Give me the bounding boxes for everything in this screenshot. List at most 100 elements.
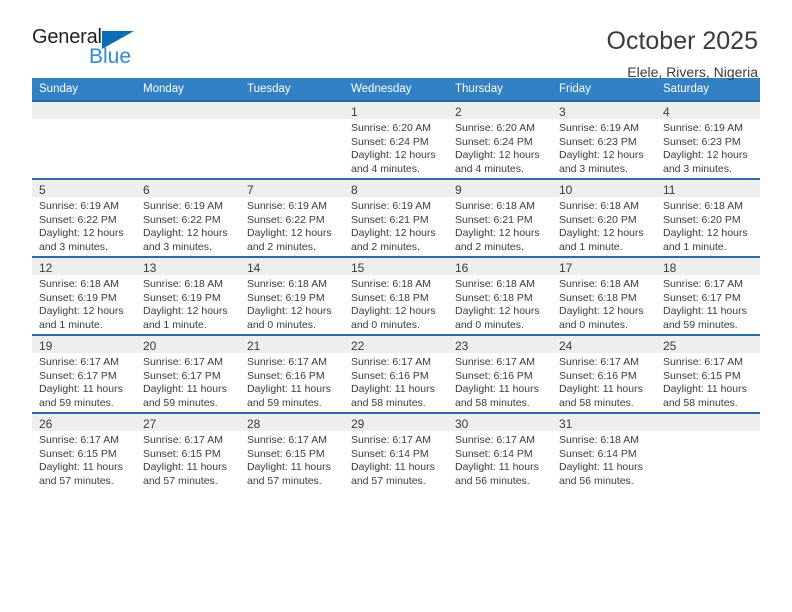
daylight-line: Daylight: 11 hours: [39, 461, 123, 474]
daylight-line: Daylight: 12 hours: [663, 227, 748, 240]
daylight-line: Daylight: 11 hours: [663, 305, 747, 318]
sunrise-line: Sunrise: 6:17 AM: [39, 434, 119, 446]
day-number: 29: [351, 417, 365, 431]
weekday-header-thursday: Thursday: [448, 78, 552, 101]
daylight-line: Daylight: 12 hours: [143, 227, 228, 240]
day-number-strip: 27: [136, 414, 240, 431]
calendar-day-cell[interactable]: 13 Sunrise: 6:18 AM Sunset: 6:19 PM Dayligh…: [136, 256, 240, 335]
day-number-strip: 10: [552, 180, 656, 197]
daylight-line-cont: and 1 minute.: [559, 240, 623, 253]
calendar-day-cell[interactable]: 28 Sunrise: 6:17 AM Sunset: 6:15 PM Dayligh…: [240, 412, 344, 491]
daylight-line: Daylight: 12 hours: [559, 149, 644, 162]
daylight-line-cont: and 4 minutes.: [455, 162, 524, 175]
calendar-day-cell[interactable]: 18 Sunrise: 6:17 AM Sunset: 6:17 PM Dayligh…: [656, 256, 760, 335]
calendar-day-cell[interactable]: 16 Sunrise: 6:18 AM Sunset: 6:18 PM Dayligh…: [448, 256, 552, 335]
daylight-line: Daylight: 12 hours: [559, 305, 644, 318]
day-number: 8: [351, 183, 358, 197]
daylight-line: Daylight: 11 hours: [559, 383, 643, 396]
day-detail-block: Sunrise: 6:17 AM Sunset: 6:17 PM Daylight:…: [656, 275, 760, 332]
sunrise-line: Sunrise: 6:18 AM: [455, 200, 535, 212]
calendar-day-cell[interactable]: 12 Sunrise: 6:18 AM Sunset: 6:19 PM Dayligh…: [32, 256, 136, 335]
page-title: October 2025: [606, 27, 759, 55]
day-number: 22: [351, 339, 365, 353]
calendar-day-cell[interactable]: 8 Sunrise: 6:19 AM Sunset: 6:21 PM Daylight…: [344, 178, 448, 257]
daylight-line-cont: and 57 minutes.: [247, 474, 322, 487]
calendar-day-cell[interactable]: 31 Sunrise: 6:18 AM Sunset: 6:14 PM Dayligh…: [552, 412, 656, 491]
sunset-line: Sunset: 6:21 PM: [351, 213, 429, 226]
sunrise-line: Sunrise: 6:19 AM: [247, 200, 327, 212]
calendar-day-cell[interactable]: 3 Sunrise: 6:19 AM Sunset: 6:23 PM Daylight…: [552, 100, 656, 179]
day-detail-block: Sunrise: 6:18 AM Sunset: 6:18 PM Daylight:…: [552, 275, 656, 332]
calendar-day-cell[interactable]: 27 Sunrise: 6:17 AM Sunset: 6:15 PM Dayligh…: [136, 412, 240, 491]
calendar-day-cell[interactable]: 14 Sunrise: 6:18 AM Sunset: 6:19 PM Dayligh…: [240, 256, 344, 335]
day-number-strip: 9: [448, 180, 552, 197]
day-number-strip: 14: [240, 258, 344, 275]
daylight-line-cont: and 3 minutes.: [143, 240, 212, 253]
daylight-line-cont: and 58 minutes.: [663, 396, 738, 409]
calendar-day-cell[interactable]: 2 Sunrise: 6:20 AM Sunset: 6:24 PM Daylight…: [448, 100, 552, 179]
calendar-day-cell[interactable]: 23 Sunrise: 6:17 AM Sunset: 6:16 PM Dayligh…: [448, 334, 552, 413]
sunrise-line: Sunrise: 6:19 AM: [559, 122, 639, 134]
generalblue-logo[interactable]: General Blue: [32, 26, 152, 72]
calendar-day-cell[interactable]: 17 Sunrise: 6:18 AM Sunset: 6:18 PM Dayligh…: [552, 256, 656, 335]
daylight-line: Daylight: 11 hours: [39, 383, 123, 396]
calendar-day-cell[interactable]: 11 Sunrise: 6:18 AM Sunset: 6:20 PM Dayligh…: [656, 178, 760, 257]
calendar-day-cell[interactable]: 22 Sunrise: 6:17 AM Sunset: 6:16 PM Dayligh…: [344, 334, 448, 413]
day-number: 2: [455, 105, 462, 119]
sunrise-line: Sunrise: 6:18 AM: [39, 278, 119, 290]
sunset-line: Sunset: 6:17 PM: [143, 369, 221, 382]
sunset-line: Sunset: 6:14 PM: [559, 447, 637, 460]
calendar-week-row: 26 Sunrise: 6:17 AM Sunset: 6:15 PM Dayligh…: [32, 412, 760, 491]
calendar-day-cell[interactable]: 9 Sunrise: 6:18 AM Sunset: 6:21 PM Daylight…: [448, 178, 552, 257]
calendar-day-cell[interactable]: 24 Sunrise: 6:17 AM Sunset: 6:16 PM Dayligh…: [552, 334, 656, 413]
sunset-line: Sunset: 6:24 PM: [351, 135, 429, 148]
day-detail-block: Sunrise: 6:18 AM Sunset: 6:18 PM Daylight:…: [448, 275, 552, 332]
daylight-line-cont: and 56 minutes.: [559, 474, 634, 487]
calendar-day-cell[interactable]: 7 Sunrise: 6:19 AM Sunset: 6:22 PM Daylight…: [240, 178, 344, 257]
daylight-line-cont: and 57 minutes.: [39, 474, 114, 487]
calendar-day-cell[interactable]: 5 Sunrise: 6:19 AM Sunset: 6:22 PM Daylight…: [32, 178, 136, 257]
daylight-line-cont: and 58 minutes.: [559, 396, 634, 409]
calendar-day-cell[interactable]: 15 Sunrise: 6:18 AM Sunset: 6:18 PM Dayligh…: [344, 256, 448, 335]
calendar-day-cell[interactable]: 29 Sunrise: 6:17 AM Sunset: 6:14 PM Dayligh…: [344, 412, 448, 491]
calendar-day-cell[interactable]: 25 Sunrise: 6:17 AM Sunset: 6:15 PM Dayligh…: [656, 334, 760, 413]
sunset-line: Sunset: 6:20 PM: [663, 213, 741, 226]
sunset-line: Sunset: 6:21 PM: [455, 213, 533, 226]
daylight-line-cont: and 3 minutes.: [559, 162, 628, 175]
day-number-strip: 13: [136, 258, 240, 275]
calendar-day-cell[interactable]: 6 Sunrise: 6:19 AM Sunset: 6:22 PM Daylight…: [136, 178, 240, 257]
day-number-strip: 4: [656, 102, 760, 119]
day-number: 26: [39, 417, 53, 431]
calendar-day-cell[interactable]: 21 Sunrise: 6:17 AM Sunset: 6:16 PM Dayligh…: [240, 334, 344, 413]
daylight-line-cont: and 57 minutes.: [351, 474, 426, 487]
day-detail-block: Sunrise: 6:19 AM Sunset: 6:23 PM Daylight:…: [552, 119, 656, 176]
weekday-header-tuesday: Tuesday: [240, 78, 344, 101]
daylight-line: Daylight: 11 hours: [143, 461, 227, 474]
calendar-day-cell[interactable]: 26 Sunrise: 6:17 AM Sunset: 6:15 PM Dayligh…: [32, 412, 136, 491]
daylight-line: Daylight: 11 hours: [143, 383, 227, 396]
day-number-strip: 1: [344, 102, 448, 119]
day-number-strip: 8: [344, 180, 448, 197]
calendar-week-row: 1 Sunrise: 6:20 AM Sunset: 6:24 PM Daylight…: [32, 100, 760, 179]
calendar-day-cell[interactable]: 10 Sunrise: 6:18 AM Sunset: 6:20 PM Dayligh…: [552, 178, 656, 257]
day-detail-block: Sunrise: 6:18 AM Sunset: 6:20 PM Daylight:…: [656, 197, 760, 254]
sunrise-line: Sunrise: 6:17 AM: [455, 356, 535, 368]
day-detail-block: Sunrise: 6:17 AM Sunset: 6:17 PM Daylight:…: [136, 353, 240, 410]
calendar-day-cell[interactable]: 1 Sunrise: 6:20 AM Sunset: 6:24 PM Daylight…: [344, 100, 448, 179]
calendar-day-cell[interactable]: 19 Sunrise: 6:17 AM Sunset: 6:17 PM Dayligh…: [32, 334, 136, 413]
calendar-day-cell[interactable]: 20 Sunrise: 6:17 AM Sunset: 6:17 PM Dayligh…: [136, 334, 240, 413]
daylight-line-cont: and 1 minute.: [143, 318, 207, 331]
sunrise-line: Sunrise: 6:19 AM: [351, 200, 431, 212]
day-number: 7: [247, 183, 254, 197]
day-number: 13: [143, 261, 157, 275]
calendar-day-cell[interactable]: 4 Sunrise: 6:19 AM Sunset: 6:23 PM Daylight…: [656, 100, 760, 179]
day-number-strip: 12: [32, 258, 136, 275]
sunrise-line: Sunrise: 6:17 AM: [143, 356, 223, 368]
calendar-day-cell[interactable]: 30 Sunrise: 6:17 AM Sunset: 6:14 PM Dayligh…: [448, 412, 552, 491]
sunrise-line: Sunrise: 6:18 AM: [351, 278, 431, 290]
sunset-line: Sunset: 6:20 PM: [559, 213, 637, 226]
day-detail-block: [32, 119, 136, 122]
sunset-line: Sunset: 6:24 PM: [455, 135, 533, 148]
day-number-strip: 22: [344, 336, 448, 353]
daylight-line: Daylight: 12 hours: [663, 149, 748, 162]
